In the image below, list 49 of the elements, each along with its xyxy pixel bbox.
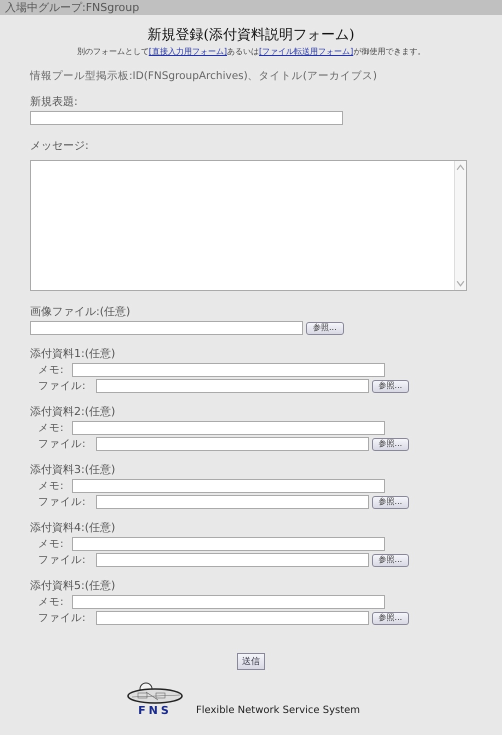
page-title: 新規登録(添付資料説明フォーム) xyxy=(146,26,356,44)
file-transfer-link[interactable]: [ファイル転送用フォーム] xyxy=(259,47,354,56)
file-field[interactable] xyxy=(96,379,369,393)
direct-input-link[interactable]: [直接入力用フォーム] xyxy=(148,47,227,56)
memo-field[interactable] xyxy=(72,421,385,435)
browse-button[interactable]: 参照... xyxy=(306,322,344,334)
memo-label: メモ: xyxy=(38,421,64,435)
browse-button[interactable]: 参照... xyxy=(372,438,410,450)
memo-field[interactable] xyxy=(72,363,385,377)
file-label: ファイル: xyxy=(38,379,86,393)
image-file-label: 画像ファイル:(任意) xyxy=(30,304,132,319)
file-label: ファイル: xyxy=(38,611,86,625)
tagline: Flexible Network Service System xyxy=(196,705,360,716)
file-field[interactable] xyxy=(96,437,369,451)
file-field[interactable] xyxy=(96,495,369,509)
file-label: ファイル: xyxy=(38,495,86,509)
scroll-down-icon[interactable] xyxy=(456,279,465,288)
memo-field[interactable] xyxy=(72,537,385,551)
memo-label: メモ: xyxy=(38,363,64,377)
subject-field[interactable] xyxy=(30,111,343,125)
group-label: 入場中グループ:FNSgroup xyxy=(5,0,140,15)
file-label: ファイル: xyxy=(38,437,86,451)
form-note: 別のフォームとして[直接入力用フォーム]あるいは[ファイル転送用フォーム]が御使用できます。 xyxy=(76,46,426,57)
message-label: メッセージ: xyxy=(30,138,90,153)
message-field[interactable] xyxy=(30,160,467,291)
attachment-label: 添付資料4:(任意) xyxy=(30,520,116,535)
logo-text: FNS xyxy=(138,704,172,717)
image-file-field[interactable] xyxy=(30,321,303,335)
browse-button[interactable]: 参照... xyxy=(372,496,410,508)
browse-button[interactable]: 参照... xyxy=(372,554,410,566)
subject-label: 新規表題: xyxy=(30,94,79,109)
browse-button[interactable]: 参照... xyxy=(372,612,410,624)
memo-field[interactable] xyxy=(72,595,385,609)
scroll-up-icon[interactable] xyxy=(456,163,465,172)
network-logo-icon xyxy=(126,682,184,704)
memo-label: メモ: xyxy=(38,595,64,609)
file-label: ファイル: xyxy=(38,553,86,567)
file-field[interactable] xyxy=(96,611,369,625)
memo-label: メモ: xyxy=(38,537,64,551)
board-info: 情報プール型掲示板:ID(FNSgroupArchives)、タイトル(アーカイブス) xyxy=(30,69,378,83)
memo-field[interactable] xyxy=(72,479,385,493)
attachment-label: 添付資料1:(任意) xyxy=(30,346,116,361)
memo-label: メモ: xyxy=(38,479,64,493)
browse-button[interactable]: 参照... xyxy=(372,380,410,392)
attachment-label: 添付資料5:(任意) xyxy=(30,578,116,593)
file-field[interactable] xyxy=(96,553,369,567)
submit-button[interactable]: 送信 xyxy=(237,653,265,670)
attachment-label: 添付資料2:(任意) xyxy=(30,404,116,419)
attachment-label: 添付資料3:(任意) xyxy=(30,462,116,477)
